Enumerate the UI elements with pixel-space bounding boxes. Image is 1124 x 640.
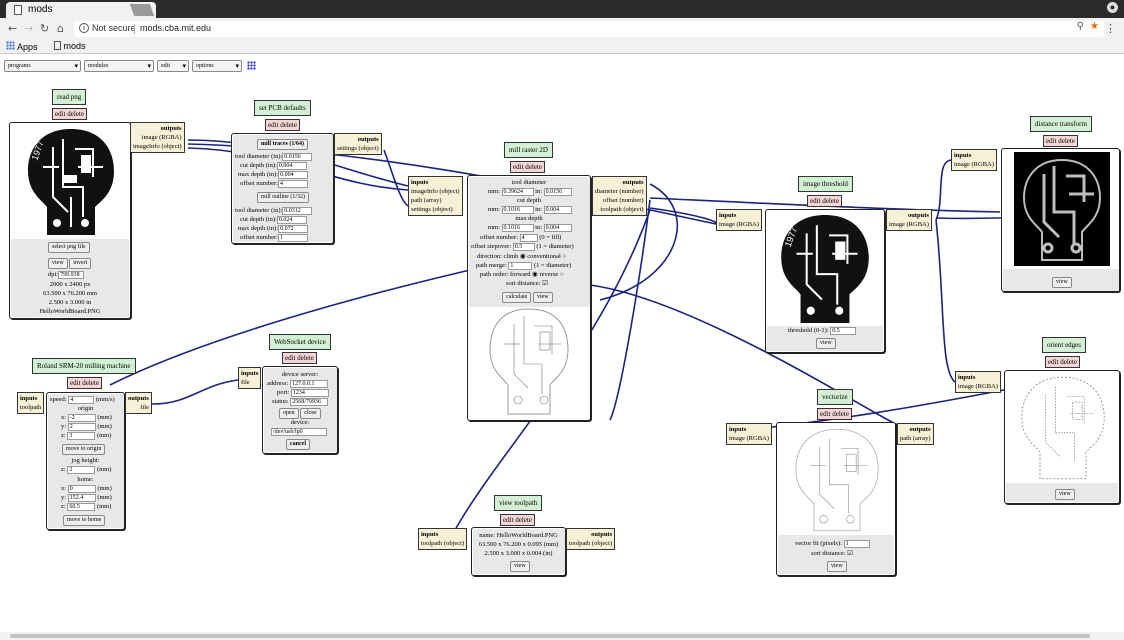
mill-raster-module: tool diameter mm: 0.39624 in: 0.0156 cut… [467, 175, 591, 421]
roland-title[interactable]: Roland SRM-20 milling machine [32, 358, 136, 374]
view-toolpath-inputs: inputs toolpath (object) [418, 528, 468, 550]
vectorize-outputs: outputs path (array) [897, 423, 934, 445]
view-button[interactable]: view [1055, 489, 1075, 500]
scrollbar-thumb[interactable] [10, 634, 1090, 638]
pcb-outputs: outputs settings (object) [334, 133, 382, 155]
distance-transform-inputs: inputs image (RGBA) [951, 149, 997, 171]
select-png-button[interactable]: select png file [48, 242, 90, 253]
roland-inputs: inputs toolpath [17, 392, 45, 414]
threshold-image: 1977 [781, 215, 869, 323]
view-toolpath-outputs: outputs toolpath (object) [566, 528, 616, 550]
distance-transform-edit-delete[interactable]: edit delete [1043, 135, 1078, 147]
vectorize-inputs: inputs image (RGBA) [726, 423, 772, 445]
invert-button[interactable]: invert [69, 258, 92, 269]
view-toolpath-title[interactable]: view toolpath [494, 495, 543, 511]
orient-edges-title[interactable]: orient edges [1042, 337, 1087, 353]
orient-edges-edit-delete[interactable]: edit delete [1045, 356, 1080, 368]
move-to-origin-button[interactable]: move to origin [62, 444, 106, 455]
read-png-outputs: outputs image (RGBA) imageInfo (object) [130, 122, 185, 153]
websocket-edit-delete[interactable]: edit delete [282, 352, 317, 364]
websocket-inputs: inputs file [238, 367, 262, 389]
vectorize-module: vector fit (pixels): 1 sort distance: ☑ … [776, 422, 896, 576]
view-button[interactable]: view [510, 561, 530, 572]
distance-transform-title[interactable]: distance transform [1030, 116, 1092, 132]
pcb-defaults-title[interactable]: set PCB defaults [254, 100, 311, 116]
view-button[interactable]: view [532, 292, 553, 303]
wire [151, 379, 239, 405]
vectorize-edit-delete[interactable]: edit delete [817, 408, 852, 420]
distance-image [1014, 152, 1110, 266]
view-button[interactable]: view [816, 338, 836, 349]
roland-outputs: outputs file [125, 392, 152, 414]
threshold-outputs: outputs image (RGBA) [886, 209, 932, 231]
mill-raster-title[interactable]: mill raster 2D [504, 142, 553, 158]
threshold-title[interactable]: image threshold [798, 176, 853, 192]
mill-raster-inputs: inputs imageInfo (object) path (array) sett… [408, 176, 463, 216]
view-button[interactable]: view [48, 258, 68, 269]
view-toolpath-module: name: HelloWorldBoard.PNG 63.500 x 76.20… [471, 527, 566, 576]
vectorize-title[interactable]: vectorize [817, 389, 853, 405]
threshold-inputs: inputs image (RGBA) [716, 209, 762, 231]
wire [609, 199, 651, 421]
read-png-edit-delete[interactable]: edit delete [52, 108, 87, 120]
distance-transform-module: view [1001, 148, 1120, 292]
read-png-module: 1977 select png file view invert dpi: 799… [9, 122, 131, 319]
toolpath-preview [489, 308, 569, 415]
view-button[interactable]: view [1052, 277, 1072, 288]
mill-outline-button[interactable]: mill outline (1/32) [257, 192, 309, 203]
pcb-image: 1977 [28, 129, 114, 235]
websocket-title[interactable]: WebSocket device [269, 334, 331, 350]
wire [383, 149, 409, 207]
move-to-home-button[interactable]: move to home [63, 515, 106, 526]
calculate-button[interactable]: calculate [502, 292, 532, 303]
pcb-defaults-edit-delete[interactable]: edit delete [265, 119, 300, 131]
mill-raster-edit-delete[interactable]: edit delete [510, 161, 545, 173]
wire [935, 219, 956, 383]
view-button[interactable]: view [827, 561, 847, 572]
edges-preview [1021, 376, 1105, 480]
websocket-module: device server: address: 127.0.0.1 port: … [262, 366, 338, 454]
vector-preview [795, 428, 879, 532]
view-toolpath-edit-delete[interactable]: edit delete [500, 514, 535, 526]
threshold-edit-delete[interactable]: edit delete [807, 195, 842, 207]
cancel-button[interactable]: cancel [286, 439, 310, 450]
orient-edges-module: view [1004, 370, 1120, 504]
mill-raster-outputs: outputs diameter (number) offset (number) t… [592, 176, 647, 216]
threshold-module: 1977 threshold (0-1): 0.5 view [765, 209, 885, 353]
pcb-defaults-module: mill traces (1/64) tool diameter (in): 0.… [231, 133, 334, 244]
orient-edges-inputs: inputs image (RGBA) [955, 371, 1001, 393]
roland-module: speed: 4 (mm/s) origin x: -2 (mm) y: 2 (… [46, 392, 125, 530]
dpi-input[interactable]: 799.938 [58, 270, 85, 279]
read-png-title[interactable]: read png [52, 89, 87, 105]
roland-edit-delete[interactable]: edit delete [67, 377, 102, 389]
mill-traces-button[interactable]: mill traces (1/64) [257, 139, 308, 150]
